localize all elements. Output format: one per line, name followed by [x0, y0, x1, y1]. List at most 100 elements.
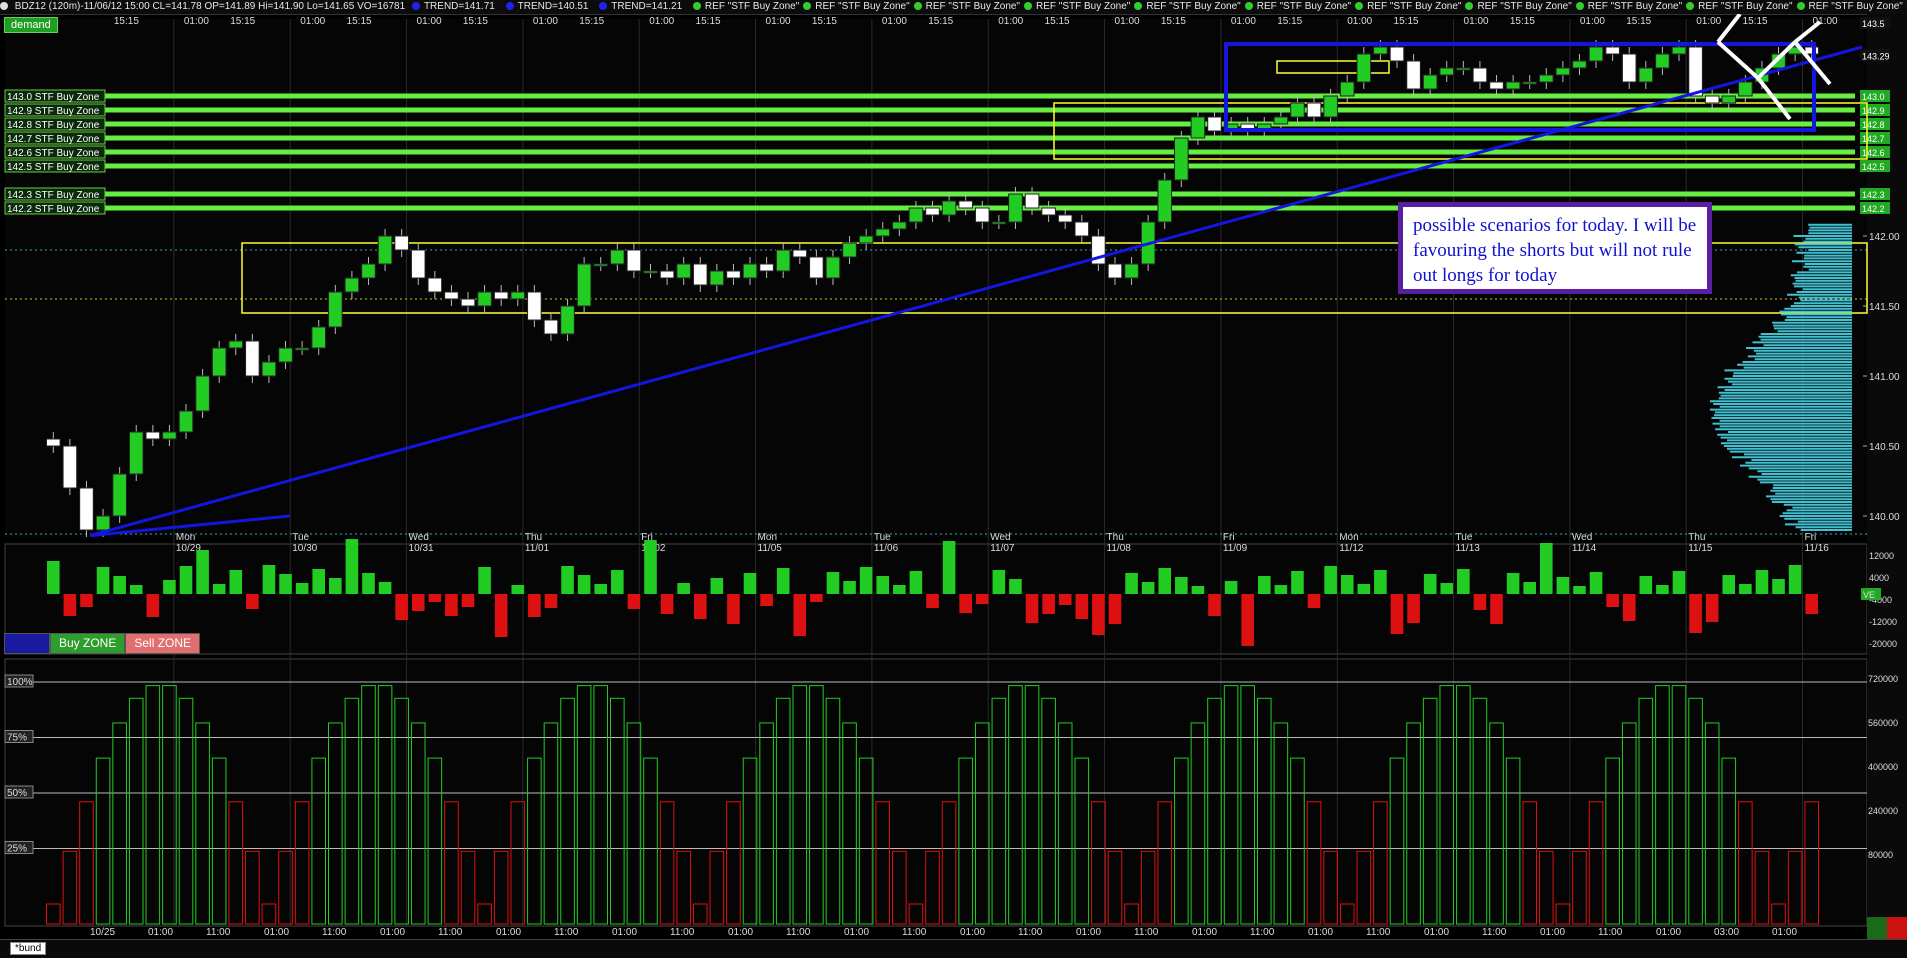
candle-body	[1573, 61, 1587, 68]
scenario-annotation: possible scenarios for today. I will be …	[1398, 202, 1712, 294]
bottom-time-label: 01:00	[960, 927, 985, 938]
volume-bar	[1142, 582, 1155, 594]
candle-body	[594, 264, 608, 266]
chart-tab-bund[interactable]: *bund	[10, 942, 46, 955]
candle-body	[577, 264, 591, 306]
buy-zone-button[interactable]: Buy ZONE	[50, 633, 125, 654]
top-time-label: 01:00	[882, 16, 907, 27]
zone-buttons: Buy ZONE Sell ZONE	[4, 633, 200, 654]
volume-bar	[876, 576, 889, 594]
volume-bar	[760, 594, 773, 606]
volume-bar	[1076, 594, 1089, 619]
candle-body	[1208, 117, 1222, 131]
volume-bar	[1656, 585, 1669, 594]
bottom-time-label: 01:00	[844, 927, 869, 938]
trend-2: TREND=140.51	[506, 1, 593, 12]
corner-controls	[1867, 917, 1907, 939]
bottom-time-label: 10/25	[90, 927, 115, 938]
candle-body	[1606, 47, 1620, 54]
candle-body	[710, 271, 724, 285]
bottom-time-label: 11:00	[1366, 927, 1391, 938]
candle-body	[760, 264, 774, 271]
volume-bar	[1291, 571, 1304, 594]
ref-stf-buy-zone: REF "STF Buy Zone"	[1355, 1, 1461, 12]
volume-bar	[1308, 594, 1321, 608]
trend-3: TREND=141.21	[599, 1, 686, 12]
date-label-date: 10/30	[292, 543, 317, 554]
zone-label: 142.2 STF Buy Zone	[7, 204, 100, 215]
ref-stf-buy-zone: REF "STF Buy Zone"	[1245, 1, 1351, 12]
volume-bar	[1805, 594, 1818, 614]
bottom-bar: *bund	[0, 939, 1907, 958]
candle-body	[1025, 194, 1039, 208]
candle-body	[229, 341, 243, 348]
zone-label: 142.3 STF Buy Zone	[7, 190, 100, 201]
volume-bar	[545, 594, 558, 608]
candle-body	[959, 201, 973, 208]
sell-zone-button[interactable]: Sell ZONE	[125, 633, 200, 654]
candle-body	[1042, 208, 1056, 215]
ref-stf-buy-zone: REF "STF Buy Zone"	[1024, 1, 1130, 12]
volume-bar	[578, 575, 591, 594]
candle-body	[776, 250, 790, 271]
bottom-time-label: 11:00	[1250, 927, 1275, 938]
oscillator-tick-label: 240000	[1868, 806, 1898, 816]
trend-dot-icon	[412, 2, 420, 10]
demand-label[interactable]: demand	[4, 17, 58, 33]
zone-label: 142.8 STF Buy Zone	[7, 120, 100, 131]
top-time-label: 15:15	[579, 16, 604, 27]
candle-body	[411, 250, 425, 278]
candle-body	[1291, 103, 1305, 117]
chart-canvas[interactable]: Mon10/2915:1501:00Tue10/3015:1501:00Wed1…	[0, 14, 1907, 939]
volume-bar	[1573, 586, 1586, 594]
candle-body	[627, 250, 641, 271]
volume-bar	[644, 540, 657, 594]
candle-body	[693, 264, 707, 285]
price-tick-label: 141.50	[1869, 302, 1900, 313]
trend-dot-icon	[506, 2, 514, 10]
ref-stf-buy-zone: REF "STF Buy Zone"	[1134, 1, 1240, 12]
candle-body	[1656, 54, 1670, 68]
candle-body	[1075, 222, 1089, 236]
zone-blank-button[interactable]	[4, 633, 50, 654]
candle-body	[1374, 47, 1388, 54]
candle-body	[179, 411, 193, 432]
bottom-time-label: 01:00	[612, 927, 637, 938]
refresh-icon[interactable]	[1867, 917, 1887, 939]
date-label-date: 11/14	[1572, 543, 1597, 554]
top-time-label: 01:00	[300, 16, 325, 27]
candle-body	[561, 306, 575, 334]
price-marker-label: 143.5	[1862, 19, 1885, 29]
top-time-label: 15:15	[696, 16, 721, 27]
candle-body	[1622, 54, 1636, 82]
volume-bar	[1457, 569, 1470, 594]
price-marker-label: 143.29	[1862, 51, 1890, 61]
candle-body	[1589, 47, 1603, 61]
bottom-time-label: 11:00	[1598, 927, 1623, 938]
candle-body	[1457, 68, 1471, 70]
date-label-date: 11/07	[990, 543, 1015, 554]
volume-bar	[677, 583, 690, 594]
price-marker-label: 142.6	[1862, 148, 1885, 158]
candle-body	[810, 257, 824, 278]
volume-bar	[1756, 570, 1769, 594]
candle-body	[1191, 117, 1205, 138]
volume-tick-label: -20000	[1869, 639, 1897, 649]
top-time-label: 15:15	[114, 16, 139, 27]
candle-body	[1307, 103, 1321, 117]
add-icon[interactable]	[1887, 917, 1907, 939]
top-time-label: 15:15	[812, 16, 837, 27]
volume-bar	[362, 573, 375, 594]
top-time-label: 15:15	[928, 16, 953, 27]
date-label-date: 11/12	[1339, 543, 1364, 554]
date-label-date: 11/05	[758, 543, 783, 554]
volume-bar	[113, 576, 126, 594]
zone-label: 143.0 STF Buy Zone	[7, 92, 100, 103]
volume-bar	[1009, 579, 1022, 594]
price-marker-label: 142.2	[1862, 204, 1885, 214]
volume-bar	[495, 594, 508, 637]
bottom-time-label: 11:00	[1134, 927, 1159, 938]
candle-body	[212, 348, 226, 376]
candle-body	[96, 516, 110, 530]
candle-body	[494, 292, 508, 299]
